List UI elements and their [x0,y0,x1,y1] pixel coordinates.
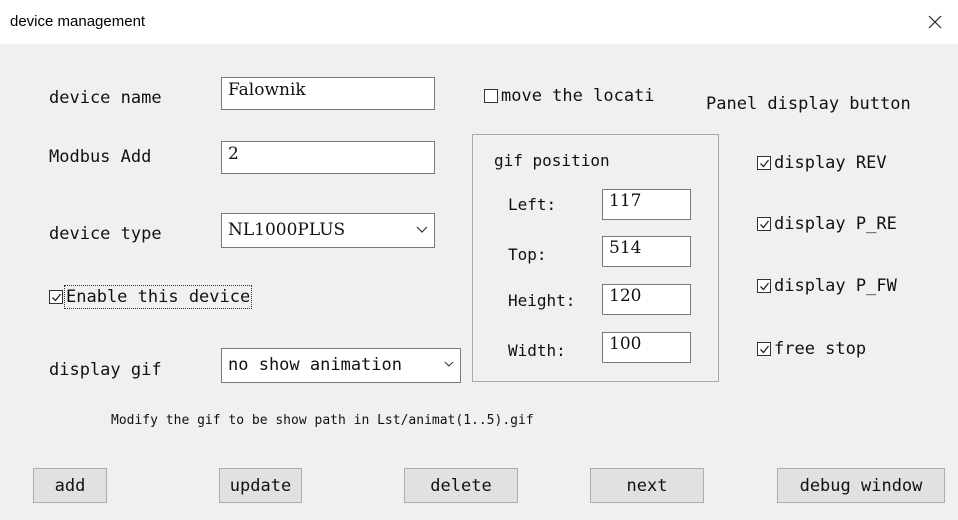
device-management-window: device management device name Falownik M… [0,0,958,520]
checkbox-checked-icon [49,290,63,304]
display-rev-label: display REV [774,153,887,173]
title-bar: device management [0,0,958,44]
enable-device-checkbox[interactable]: Enable this device [49,285,253,309]
checkbox-checked-icon [757,342,771,356]
modbus-address-label: Modbus Add [49,147,152,167]
move-location-checkbox[interactable]: move the locati [484,86,655,106]
chevron-down-icon [444,361,454,367]
width-label: Width: [508,341,566,360]
device-name-label: device name [49,88,162,108]
display-p-re-checkbox[interactable]: display P_RE [757,214,897,234]
chevron-down-icon [416,226,428,233]
update-button[interactable]: update [219,468,302,503]
gif-path-hint: Modify the gif to be show path in Lst/an… [111,413,534,428]
height-input[interactable]: 120 [602,284,691,315]
checkbox-checked-icon [757,217,771,231]
checkbox-checked-icon [757,279,771,293]
display-gif-select[interactable]: no show animation [221,348,461,383]
panel-display-title: Panel display button [706,94,911,114]
move-location-label: move the locati [501,86,655,106]
display-gif-label: display gif [49,360,162,380]
width-input[interactable]: 100 [602,332,691,363]
gif-position-title: gif position [494,151,610,170]
display-p-re-label: display P_RE [774,214,897,234]
device-name-input[interactable]: Falownik [221,77,435,110]
free-stop-checkbox[interactable]: free stop [757,339,866,359]
device-type-value: NL1000PLUS [228,220,346,240]
debug-window-button[interactable]: debug window [777,468,945,503]
modbus-address-input[interactable]: 2 [221,141,435,174]
top-input[interactable]: 514 [602,236,691,267]
top-label: Top: [508,245,547,264]
display-gif-value: no show animation [228,355,402,375]
close-icon [928,15,942,29]
device-type-label: device type [49,224,162,244]
enable-device-label: Enable this device [63,285,253,309]
device-type-select[interactable]: NL1000PLUS [221,213,435,248]
left-label: Left: [508,195,557,214]
height-label: Height: [508,291,576,310]
display-rev-checkbox[interactable]: display REV [757,153,887,173]
window-title: device management [10,13,146,30]
display-p-fw-checkbox[interactable]: display P_FW [757,276,897,296]
left-input[interactable]: 117 [602,189,691,220]
free-stop-label: free stop [774,339,867,359]
checkbox-unchecked-icon [484,89,498,103]
close-button[interactable] [912,0,958,44]
checkbox-checked-icon [757,156,771,170]
delete-button[interactable]: delete [404,468,518,503]
add-button[interactable]: add [33,468,107,503]
next-button[interactable]: next [590,468,704,503]
display-p-fw-label: display P_FW [774,276,897,296]
